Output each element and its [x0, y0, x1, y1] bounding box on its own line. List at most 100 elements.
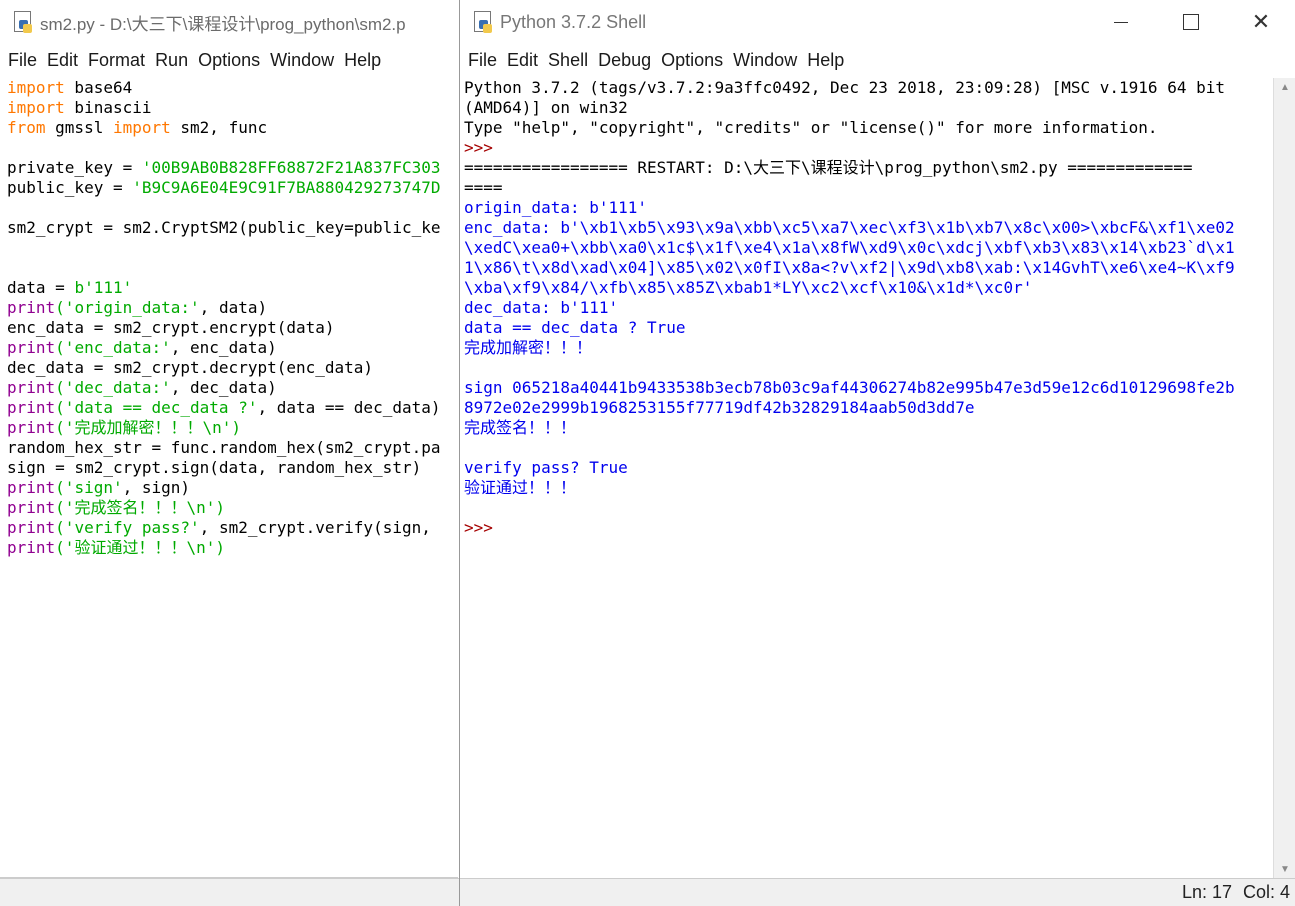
shell-output-line: Python 3.7.2 (tags/v3.7.2:9a3ffc0492, De…	[464, 78, 1225, 97]
shell-menu-file[interactable]: File	[468, 50, 497, 71]
shell-output-line	[464, 438, 1268, 458]
shell-output-line: 8972e02e2999b1968253155f77719df42b328291…	[464, 398, 975, 417]
shell-menu-debug[interactable]: Debug	[598, 50, 651, 71]
code-token: print	[7, 378, 56, 397]
editor-menu-help[interactable]: Help	[344, 50, 381, 71]
scroll-down-icon[interactable]: ▼	[1274, 860, 1295, 878]
code-line: print('sign', sign)	[7, 478, 460, 498]
code-token: , data)	[199, 298, 268, 317]
code-line: print('enc_data:', enc_data)	[7, 338, 460, 358]
code-token: sm2_crypt = sm2.CryptSM2(public_key=publ…	[7, 218, 441, 237]
shell-output-line: ====	[464, 178, 503, 197]
code-line: print('完成签名！！！\n')	[7, 498, 460, 518]
maximize-icon	[1183, 14, 1199, 30]
shell-output-line: dec_data: b'111'	[464, 298, 619, 317]
code-line: print('dec_data:', dec_data)	[7, 378, 460, 398]
shell-scrollbar[interactable]: ▲ ▼	[1273, 78, 1295, 878]
code-token: print	[7, 398, 56, 417]
code-line: import base64	[7, 78, 460, 98]
code-token: sign = sm2_crypt.sign(data, random_hex_s…	[7, 458, 422, 477]
line-indicator: Ln: 17	[1182, 882, 1233, 902]
code-token: print	[7, 338, 56, 357]
close-icon: ✕	[1251, 9, 1271, 34]
shell-title: Python 3.7.2 Shell	[500, 11, 647, 32]
shell-output-line: ================= RESTART: D:\大三下\课程设计\p…	[464, 158, 1193, 177]
editor-title: sm2.py - D:\大三下\课程设计\prog_python\sm2.p	[40, 14, 406, 34]
shell-menubar: File Edit Shell Debug Options Window Help	[460, 44, 1295, 76]
code-token: print	[7, 518, 56, 537]
code-line: private_key = '00B9AB0B828FF68872F21A837…	[7, 158, 460, 178]
code-line: print('data == dec_data ?', data == dec_…	[7, 398, 460, 418]
code-token: print	[7, 498, 56, 517]
editor-menu-file[interactable]: File	[8, 50, 37, 71]
code-token: import	[112, 118, 171, 137]
code-token: gmssl	[45, 118, 113, 137]
code-token: print	[7, 538, 56, 557]
editor-menu-edit[interactable]: Edit	[47, 50, 78, 71]
python-shell-icon	[472, 11, 494, 33]
code-token: print	[7, 418, 56, 437]
column-indicator: Col: 4	[1243, 882, 1291, 902]
code-token: , data == dec_data)	[257, 398, 441, 417]
code-token: ('origin_data:'	[55, 298, 200, 317]
shell-output-line: (AMD64)] on win32	[464, 98, 628, 117]
code-token: ('完成签名！！！\n')	[55, 498, 225, 517]
python-file-icon	[12, 11, 34, 33]
code-editor[interactable]: import base64 import binascii from gmssl i…	[7, 78, 460, 558]
editor-menubar: File Edit Format Run Options Window Help	[0, 44, 460, 76]
shell-titlebar[interactable]: Python 3.7.2 Shell ✕	[460, 0, 1295, 44]
shell-menu-options[interactable]: Options	[661, 50, 723, 71]
code-line: dec_data = sm2_crypt.decrypt(enc_data)	[7, 358, 460, 378]
minimize-button[interactable]	[1086, 0, 1156, 44]
code-line: print('完成加解密！！！\n')	[7, 418, 460, 438]
code-token: data =	[7, 278, 75, 297]
code-token: ('sign'	[55, 478, 123, 497]
code-line: random_hex_str = func.random_hex(sm2_cry…	[7, 438, 460, 458]
code-token: b'111'	[74, 278, 133, 297]
shell-menu-window[interactable]: Window	[733, 50, 797, 71]
shell-output-line: 完成加解密！！！	[464, 338, 593, 357]
shell-menu-edit[interactable]: Edit	[507, 50, 538, 71]
code-token: , sm2_crypt.verify(sign,	[199, 518, 431, 537]
editor-window: sm2.py - D:\大三下\课程设计\prog_python\sm2.p F…	[0, 0, 461, 906]
editor-menu-options[interactable]: Options	[198, 50, 260, 71]
code-token: base64	[64, 78, 133, 97]
shell-output-line	[464, 498, 1268, 518]
editor-menu-window[interactable]: Window	[270, 50, 334, 71]
shell-window: Python 3.7.2 Shell ✕ File Edit Shell Debug O…	[459, 0, 1295, 906]
code-token: , enc_data)	[170, 338, 277, 357]
code-line: from gmssl import sm2, func	[7, 118, 460, 138]
code-token: '00B9AB0B828FF68872F21A837FC303	[141, 158, 441, 177]
code-token: print	[7, 478, 56, 497]
shell-output-line: 验证通过！！！	[464, 478, 577, 497]
close-button[interactable]: ✕	[1226, 0, 1295, 44]
code-token: binascii	[64, 98, 152, 117]
code-line: data = b'111'	[7, 278, 460, 298]
maximize-button[interactable]	[1156, 0, 1226, 44]
code-token: ('data == dec_data ?'	[55, 398, 258, 417]
code-line: print('origin_data:', data)	[7, 298, 460, 318]
editor-menu-format[interactable]: Format	[88, 50, 145, 71]
shell-output-line: data == dec_data ? True	[464, 318, 686, 337]
shell-menu-help[interactable]: Help	[807, 50, 844, 71]
shell-menu-shell[interactable]: Shell	[548, 50, 588, 71]
code-token: , sign)	[122, 478, 191, 497]
shell-prompt: >>>	[464, 138, 493, 157]
code-token: ('dec_data:'	[55, 378, 171, 397]
shell-output[interactable]: Python 3.7.2 (tags/v3.7.2:9a3ffc0492, De…	[464, 78, 1268, 878]
shell-prompt: >>>	[464, 518, 493, 537]
code-token: print	[7, 298, 56, 317]
scroll-up-icon[interactable]: ▲	[1274, 78, 1295, 96]
editor-menu-run[interactable]: Run	[155, 50, 188, 71]
shell-output-line: origin_data: b'111'	[464, 198, 648, 217]
code-token: private_key =	[7, 158, 142, 177]
code-token: ('验证通过！！！\n')	[55, 538, 225, 557]
code-token: random_hex_str = func.random_hex(sm2_cry…	[7, 438, 441, 457]
code-line: enc_data = sm2_crypt.encrypt(data)	[7, 318, 460, 338]
code-token: ('verify pass?'	[55, 518, 200, 537]
shell-output-line: 完成签名！！！	[464, 418, 577, 437]
editor-titlebar[interactable]: sm2.py - D:\大三下\课程设计\prog_python\sm2.p	[0, 0, 460, 44]
